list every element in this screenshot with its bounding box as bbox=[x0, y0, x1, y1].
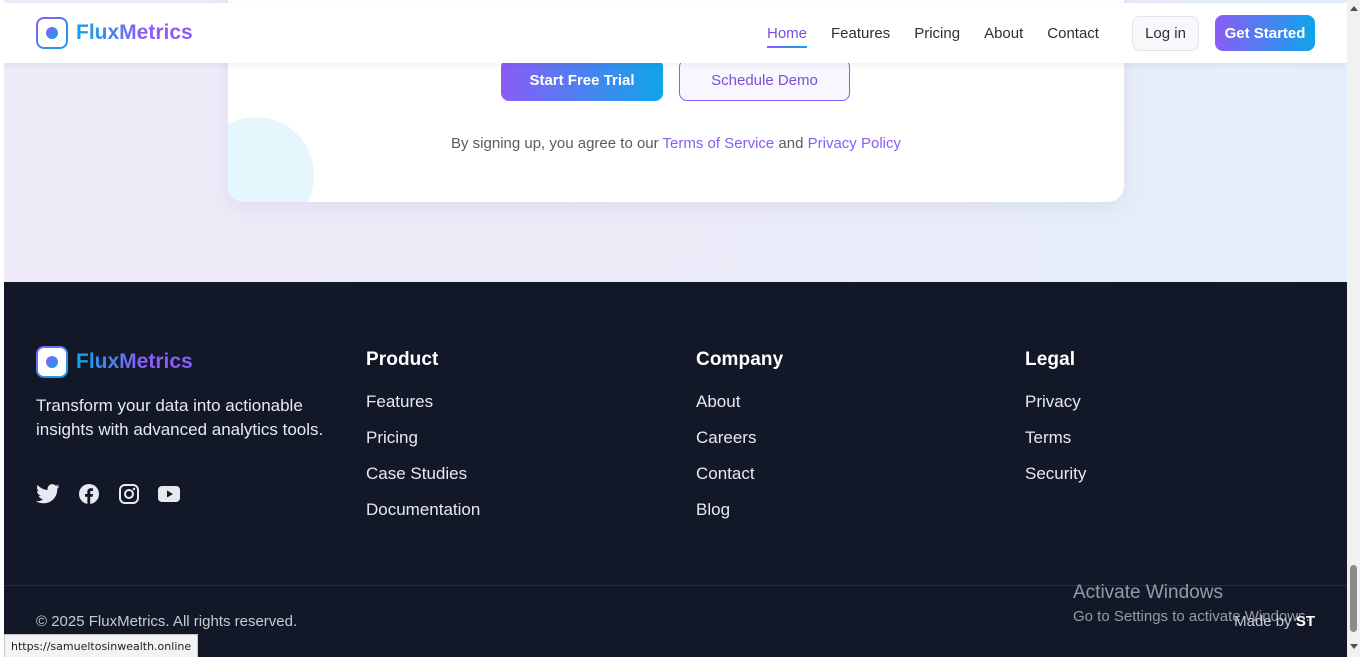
decorative-circle bbox=[228, 117, 314, 202]
twitter-icon[interactable] bbox=[36, 483, 60, 505]
footer-column-title: Company bbox=[696, 349, 784, 370]
footer-column-company: Company About Careers Contact Blog bbox=[696, 349, 783, 536]
activate-windows-watermark: Activate Windows Go to Settings to activ… bbox=[1073, 582, 1310, 625]
footer-link-pricing[interactable]: Pricing bbox=[366, 428, 480, 464]
footer-column-title: Legal bbox=[1025, 349, 1076, 370]
footer-link-documentation[interactable]: Documentation bbox=[366, 500, 480, 536]
scroll-up-arrow-icon[interactable] bbox=[1350, 6, 1358, 11]
footer-brand-name[interactable]: FluxMetrics bbox=[76, 350, 193, 374]
nav-contact[interactable]: Contact bbox=[1047, 25, 1099, 42]
start-free-trial-button[interactable]: Start Free Trial bbox=[501, 59, 663, 101]
footer-link-case-studies[interactable]: Case Studies bbox=[366, 464, 480, 500]
footer-link-blog[interactable]: Blog bbox=[696, 500, 783, 536]
terms-and: and bbox=[778, 135, 804, 152]
top-navbar: FluxMetrics Home Features Pricing About … bbox=[4, 3, 1347, 63]
status-url-bar: https://samueltosinwealth.online bbox=[4, 634, 199, 657]
nav-pricing[interactable]: Pricing bbox=[914, 25, 960, 42]
login-button[interactable]: Log in bbox=[1132, 16, 1199, 51]
footer-logo-icon[interactable] bbox=[36, 346, 68, 378]
activate-windows-subtitle: Go to Settings to activate Windows. bbox=[1073, 608, 1310, 625]
instagram-icon[interactable] bbox=[118, 483, 140, 505]
facebook-icon[interactable] bbox=[78, 483, 100, 505]
nav-features[interactable]: Features bbox=[831, 25, 890, 42]
footer-tagline: Transform your data into actionable insi… bbox=[36, 396, 324, 439]
scroll-down-arrow-icon[interactable] bbox=[1350, 644, 1358, 649]
page-viewport: Start Free Trial Schedule Demo By signin… bbox=[4, 0, 1347, 657]
footer-column-legal: Legal Privacy Terms Security bbox=[1025, 349, 1086, 500]
footer-link-features[interactable]: Features bbox=[366, 392, 480, 428]
footer-column-product: Product Features Pricing Case Studies Do… bbox=[366, 349, 480, 536]
terms-notice: By signing up, you agree to our Terms of… bbox=[228, 135, 1124, 152]
privacy-policy-link[interactable]: Privacy Policy bbox=[808, 135, 901, 152]
main-nav: Home Features Pricing About Contact bbox=[767, 25, 1123, 48]
footer-link-privacy[interactable]: Privacy bbox=[1025, 392, 1086, 428]
footer-link-careers[interactable]: Careers bbox=[696, 428, 783, 464]
footer-link-security[interactable]: Security bbox=[1025, 464, 1086, 500]
logo-icon[interactable] bbox=[36, 17, 68, 49]
footer-column-title: Product bbox=[366, 349, 439, 370]
footer-link-terms[interactable]: Terms bbox=[1025, 428, 1086, 464]
footer-link-about[interactable]: About bbox=[696, 392, 783, 428]
footer-link-contact[interactable]: Contact bbox=[696, 464, 783, 500]
nav-home[interactable]: Home bbox=[767, 25, 808, 48]
terms-prefix: By signing up, you agree to our bbox=[451, 135, 659, 152]
schedule-demo-button[interactable]: Schedule Demo bbox=[679, 59, 850, 101]
activate-windows-title: Activate Windows bbox=[1073, 582, 1223, 603]
brand-name[interactable]: FluxMetrics bbox=[76, 21, 193, 45]
copyright-text: © 2025 FluxMetrics. All rights reserved. bbox=[36, 613, 298, 630]
vertical-scrollbar[interactable] bbox=[1347, 0, 1360, 657]
nav-about[interactable]: About bbox=[984, 25, 1023, 42]
social-links bbox=[36, 483, 180, 505]
youtube-icon[interactable] bbox=[158, 486, 180, 502]
scrollbar-thumb[interactable] bbox=[1350, 565, 1357, 632]
get-started-button[interactable]: Get Started bbox=[1215, 15, 1315, 51]
terms-of-service-link[interactable]: Terms of Service bbox=[663, 135, 775, 152]
